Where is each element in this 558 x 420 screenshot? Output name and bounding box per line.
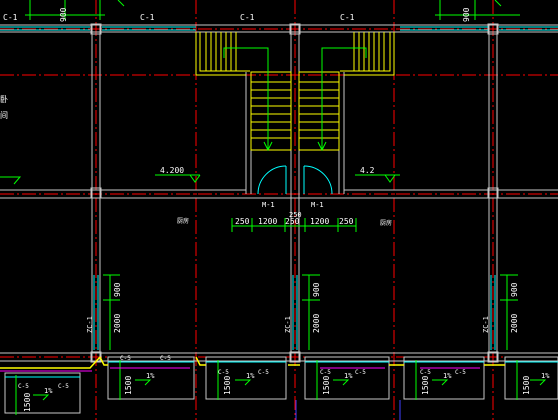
stair-landing-treads-left <box>205 32 237 71</box>
v-dim-900-2: 900 <box>312 282 321 297</box>
v-dim-2000-2: 2000 <box>312 314 321 333</box>
stair-landing-treads-right <box>353 32 385 71</box>
v-dim-zc-3: ZC-1 <box>482 316 490 333</box>
dim-row-250c: 250 <box>339 217 354 226</box>
balc-c5-9: C-5 <box>18 383 29 390</box>
door-swing-left <box>257 165 287 195</box>
dim-900-top-right: 900 <box>462 7 471 22</box>
v-dim-zc-1: ZC-1 <box>86 316 94 333</box>
v-dim-2000-3: 2000 <box>510 314 519 333</box>
dim-row-1200b: 1200 <box>310 217 329 226</box>
balc-c5-1: C-5 <box>120 355 131 362</box>
room-label-right: 厨房 <box>380 219 392 227</box>
window-tag-c1-c: C-1 <box>240 13 255 22</box>
v-dim-zc-2: ZC-1 <box>284 316 292 333</box>
window-tag-c1-b: C-1 <box>140 13 155 22</box>
balc-slope-3: 1% <box>344 372 353 380</box>
elevation-left: 4.200 <box>160 166 184 175</box>
balc-1500-5: 1500 <box>522 376 531 395</box>
v-dim-2000-1: 2000 <box>113 314 122 333</box>
balc-c5-10: C-5 <box>58 383 69 390</box>
dim-row-250b: 250 <box>285 217 300 226</box>
balconies <box>0 356 558 420</box>
balc-c5-5: C-5 <box>320 369 331 376</box>
door-label-right: M-1 <box>311 201 324 209</box>
side-text-b: 间 <box>0 111 8 120</box>
balc-c5-8: C-5 <box>455 369 466 376</box>
dim-row-1200a: 1200 <box>258 217 277 226</box>
balc-1500-4: 1500 <box>421 376 430 395</box>
elev-line-edge <box>0 176 22 185</box>
dim-row-250a: 250 <box>235 217 250 226</box>
balc-slope-2: 1% <box>246 372 255 380</box>
window-tag-c1-a: C-1 <box>3 13 18 22</box>
balc-slope-4: 1% <box>443 372 452 380</box>
balc-1500-1: 1500 <box>124 376 133 395</box>
text-layer: C-1 C-1 C-1 C-1 900 900 卧 间 4.200 4.2 M-… <box>0 7 550 412</box>
balc-1500-3: 1500 <box>322 376 331 395</box>
elevation-markers <box>0 174 400 185</box>
balc-c5-4: C-5 <box>258 369 269 376</box>
stair-outline-left-in <box>199 32 250 72</box>
elevation-right: 4.2 <box>360 166 375 175</box>
elev-triangle-left <box>189 174 201 183</box>
balcony-rail-left <box>0 356 101 369</box>
v-dim-900-3: 900 <box>510 282 519 297</box>
balc-c5-2: C-5 <box>160 355 171 362</box>
balc-c5-7: C-5 <box>420 369 431 376</box>
floor-plan-drawing: C-1 C-1 C-1 C-1 900 900 卧 间 4.200 4.2 M-… <box>0 0 558 420</box>
top-dim-ticks <box>25 0 520 20</box>
dim-diag-1 <box>117 0 125 7</box>
window-tag-c1-d: C-1 <box>340 13 355 22</box>
balc-slope-5: 1% <box>541 372 550 380</box>
dim-diag-2 <box>494 0 502 7</box>
balcony-5 <box>504 356 558 400</box>
balc-slope-1: 1% <box>146 372 155 380</box>
stair-outline-right-in <box>340 32 391 72</box>
balc-1500-6: 1500 <box>23 393 32 412</box>
door-swing-right <box>303 165 333 195</box>
door-label-left: M-1 <box>262 201 275 209</box>
v-dim-900-1: 900 <box>113 282 122 297</box>
balc-c5-6: C-5 <box>355 369 366 376</box>
balc-1500-2: 1500 <box>223 376 232 395</box>
lower-dim-ticks <box>103 274 518 350</box>
dim-900-top-left: 900 <box>59 7 68 22</box>
side-text-a: 卧 <box>0 95 8 104</box>
room-label-left: 厨房 <box>177 217 189 225</box>
balc-slope-6: 1% <box>44 387 53 395</box>
balc-c5-3: C-5 <box>218 369 229 376</box>
